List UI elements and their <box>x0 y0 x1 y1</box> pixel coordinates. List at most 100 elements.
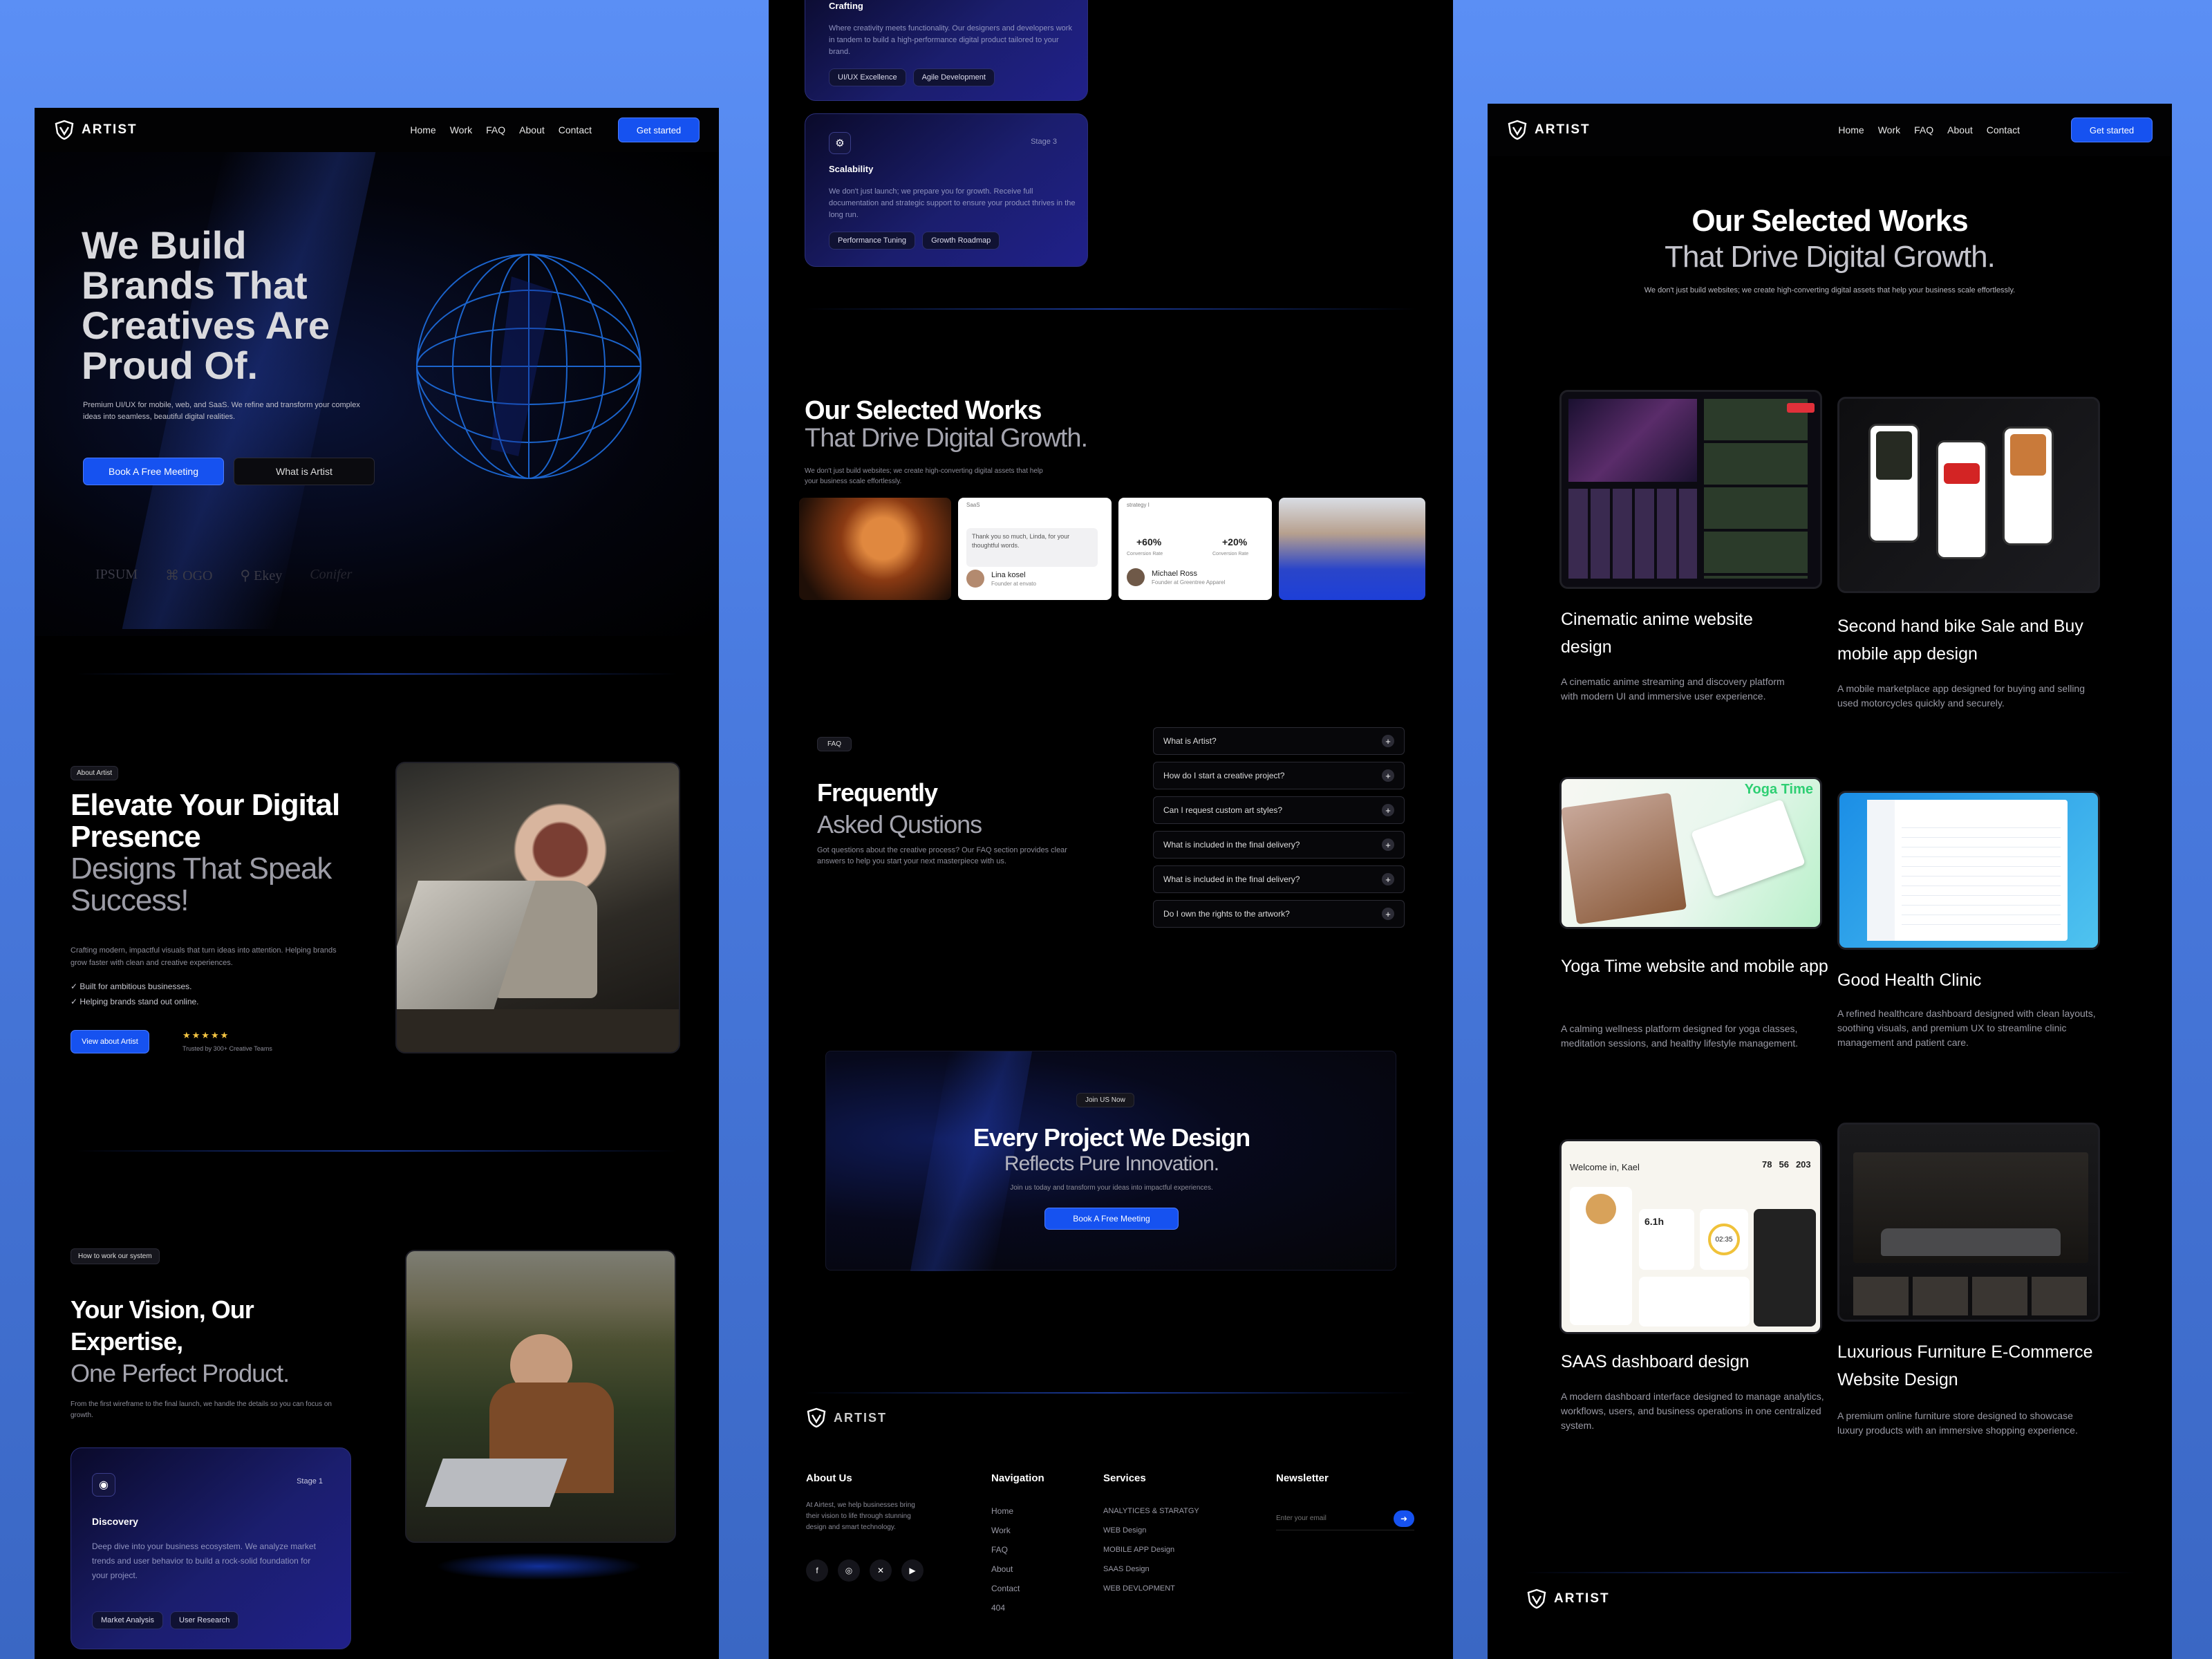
footer-link[interactable]: SAAS Design <box>1103 1559 1199 1579</box>
work-thumb-clinic[interactable] <box>1837 791 2100 950</box>
man-laptop-photo <box>405 1250 676 1543</box>
footer-link[interactable]: MOBILE APP Design <box>1103 1540 1199 1559</box>
work-thumb-anime[interactable] <box>1559 390 1822 589</box>
footer-link[interactable]: FAQ <box>991 1540 1020 1559</box>
footer-link[interactable]: WEB DEVLOPMENT <box>1103 1579 1199 1598</box>
logo-text: ARTIST <box>834 1410 887 1425</box>
faq-item[interactable]: What is Artist? + <box>1153 727 1405 755</box>
footer-nav-list: Home Work FAQ About Contact 404 <box>991 1501 1020 1618</box>
footer-about-text: At Airtest, we help businesses bring the… <box>806 1501 915 1531</box>
nav-home[interactable]: Home <box>410 124 435 135</box>
process-title: Your Vision, Our Expertise, One Perfect P… <box>71 1295 290 1387</box>
divider <box>805 308 1417 310</box>
cta-title: Every Project We Design Reflects Pure In… <box>973 1123 1251 1176</box>
stat-value: +60% <box>1136 536 1162 547</box>
landing-panel-middle: Crafting Where creativity meets function… <box>769 0 1453 1659</box>
nav-about[interactable]: About <box>1947 124 1973 135</box>
facebook-icon[interactable]: f <box>806 1559 828 1582</box>
arrow-right-icon[interactable]: ➜ <box>1394 1510 1414 1527</box>
footer-about-heading: About Us <box>806 1472 852 1484</box>
footer-link[interactable]: ANALYTICES & STARATGY <box>1103 1501 1199 1521</box>
faq-item[interactable]: How do I start a creative project? + <box>1153 762 1405 789</box>
footer-link[interactable]: Contact <box>991 1579 1020 1598</box>
faq-item[interactable]: What is included in the final delivery? + <box>1153 831 1405 859</box>
cta-book-button[interactable]: Book A Free Meeting <box>1044 1208 1179 1230</box>
dash-welcome: Welcome in, Kael <box>1570 1162 1640 1172</box>
client-logo: Conifer <box>310 567 353 582</box>
footer-link[interactable]: Work <box>991 1521 1020 1540</box>
cta-desc: Join us today and transform your ideas i… <box>1010 1184 1213 1192</box>
glow <box>435 1553 643 1580</box>
social-icons: f ◎ ✕ ▶ <box>806 1559 924 1582</box>
work-title[interactable]: Cinematic anime website design <box>1561 606 1789 661</box>
work-thumb-furniture[interactable] <box>1837 1123 2100 1322</box>
work-title[interactable]: Luxurious Furniture E-Commerce Website D… <box>1837 1338 2100 1394</box>
faq-item[interactable]: What is included in the final delivery? + <box>1153 865 1405 893</box>
book-meeting-button[interactable]: Book A Free Meeting <box>83 458 224 485</box>
stage-card-scalability: ⚙ Stage 3 Scalability We don't just laun… <box>805 113 1088 267</box>
newsletter-email-input[interactable] <box>1276 1515 1380 1522</box>
logo[interactable]: ARTIST <box>1507 120 1591 140</box>
hero-subtitle: Premium UI/UX for mobile, web, and SaaS.… <box>83 401 360 421</box>
footer-link[interactable]: 404 <box>991 1598 1020 1618</box>
author-role: Founder at Greentree Apparel <box>1152 579 1226 585</box>
hero-section: We Build Brands That Creatives Are Proud Of… <box>35 152 719 636</box>
plus-icon: + <box>1382 735 1394 747</box>
work-title[interactable]: SAAS dashboard design <box>1561 1348 1824 1376</box>
faq-desc: Got questions about the creative process… <box>817 846 1067 865</box>
what-is-artist-button[interactable]: What is Artist <box>234 458 375 485</box>
work-title[interactable]: Second hand bike Sale and Buy mobile app… <box>1837 612 2114 668</box>
shield-logo-icon <box>1526 1588 1547 1609</box>
testimonial-quote: Thank you so much, Linda, for your thoug… <box>966 528 1098 567</box>
footer-nav-heading: Navigation <box>991 1472 1044 1484</box>
works-mid-desc: We don't just build websites; we create … <box>805 467 1043 485</box>
footer-logo[interactable]: ARTIST <box>1526 1588 1610 1609</box>
nav-contact[interactable]: Contact <box>1987 124 2020 135</box>
trusted-text: Trusted by 300+ Creative Teams <box>182 1045 272 1052</box>
logo-text: ARTIST <box>1535 122 1591 137</box>
nav-work[interactable]: Work <box>1878 124 1900 135</box>
divider <box>76 1150 677 1152</box>
work-thumb-bike-app[interactable] <box>1837 397 2100 593</box>
top-nav: ARTIST Home Work FAQ About Contact Get s… <box>1488 104 2172 156</box>
about-desc: Crafting modern, impactful visuals that … <box>71 946 337 967</box>
footer-services-list: ANALYTICES & STARATGY WEB Design MOBILE … <box>1103 1501 1199 1598</box>
client-logo: IPSUM <box>95 567 138 582</box>
card-label: SaaS <box>966 502 980 508</box>
work-title[interactable]: Good Health Clinic <box>1837 966 2100 994</box>
nav-faq[interactable]: FAQ <box>486 124 505 135</box>
footer-link[interactable]: Home <box>991 1501 1020 1521</box>
faq-item[interactable]: Do I own the rights to the artwork? + <box>1153 900 1405 928</box>
footer-link[interactable]: About <box>991 1559 1020 1579</box>
faq-item[interactable]: Can I request custom art styles? + <box>1153 796 1405 824</box>
nav-work[interactable]: Work <box>450 124 472 135</box>
nav-faq[interactable]: FAQ <box>1914 124 1933 135</box>
x-icon[interactable]: ✕ <box>870 1559 892 1582</box>
nav-about[interactable]: About <box>519 124 545 135</box>
footer-logo[interactable]: ARTIST <box>806 1407 887 1428</box>
author-name: Michael Ross <box>1152 570 1198 578</box>
faq-tag: FAQ <box>817 737 852 751</box>
footer-newsletter-heading: Newsletter <box>1276 1472 1329 1484</box>
woman-laptop-photo <box>395 762 680 1053</box>
instagram-icon[interactable]: ◎ <box>838 1559 860 1582</box>
gear-icon: ⚙ <box>829 132 851 154</box>
get-started-button[interactable]: Get started <box>2071 118 2153 142</box>
nav-home[interactable]: Home <box>1838 124 1864 135</box>
work-desc: A cinematic anime streaming and discover… <box>1561 676 1785 702</box>
plus-icon: + <box>1382 908 1394 920</box>
footer-link[interactable]: WEB Design <box>1103 1521 1199 1540</box>
work-thumb-yoga[interactable]: Yoga Time <box>1559 777 1822 929</box>
client-logo: ⚲ Ekey <box>240 568 283 583</box>
work-desc: A premium online furniture store designe… <box>1837 1410 2078 1436</box>
get-started-button[interactable]: Get started <box>618 118 700 142</box>
work-title[interactable]: Yoga Time website and mobile app <box>1561 953 1830 980</box>
youtube-icon[interactable]: ▶ <box>901 1559 924 1582</box>
logo[interactable]: ARTIST <box>54 120 138 140</box>
view-about-button[interactable]: View about Artist <box>71 1030 149 1053</box>
stage-name: Scalability <box>829 164 874 174</box>
chip: UI/UX Excellence <box>829 68 906 86</box>
nav-contact[interactable]: Contact <box>559 124 592 135</box>
work-thumb-saas[interactable]: Welcome in, Kael 78 56 203 6.1h 02:35 <box>1559 1139 1822 1334</box>
landing-panel-left: ARTIST Home Work FAQ About Contact Get s… <box>35 108 719 1659</box>
